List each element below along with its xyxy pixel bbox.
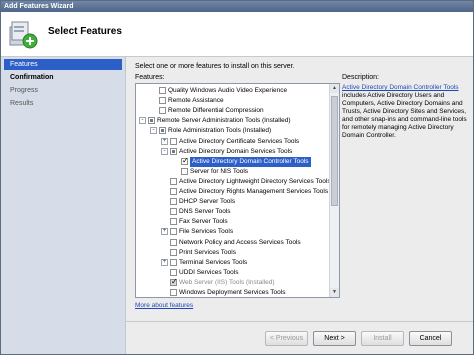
expand-icon[interactable]: + (161, 228, 168, 236)
feature-checkbox[interactable] (170, 268, 177, 276)
feature-description: Active Directory Domain Controller Tools… (342, 84, 470, 140)
feature-checkbox[interactable] (181, 156, 189, 166)
more-about-features-link[interactable]: More about features (135, 302, 193, 309)
page-title: Select Features (48, 26, 122, 37)
add-features-wizard-window: Add Features Wizard Select Features Feat… (0, 0, 474, 355)
feature-checkbox[interactable] (170, 198, 177, 206)
feature-checkbox[interactable] (148, 117, 155, 125)
expand-icon[interactable]: + (161, 137, 168, 145)
feature-label: Web Server (IIS) Tools (Installed) (179, 278, 275, 286)
feature-label: File Services Tools (179, 228, 234, 236)
feature-label: Print Services Tools (179, 248, 236, 256)
feature-tree-item[interactable]: Print Services Tools (136, 248, 329, 258)
features-add-icon (9, 21, 38, 49)
feature-label: DNS Server Tools (179, 208, 231, 216)
feature-tree-item[interactable]: Active Directory Lightweight Directory S… (136, 177, 329, 187)
feature-tree-item[interactable]: Remote Differential Compression (136, 106, 329, 116)
feature-tree-item[interactable]: Active Directory Rights Management Servi… (136, 187, 329, 197)
feature-label: Fax Server Tools (179, 218, 228, 226)
description-text: includes Active Directory Users and Comp… (342, 92, 467, 139)
feature-label: Windows Deployment Services Tools (179, 289, 286, 296)
feature-label: DHCP Server Tools (179, 198, 236, 206)
feature-checkbox[interactable] (159, 97, 166, 105)
feature-checkbox[interactable] (170, 228, 177, 236)
collapse-icon[interactable]: - (161, 147, 168, 155)
scroll-up-icon[interactable]: ▲ (330, 84, 339, 93)
feature-tree-item[interactable]: - Role Administration Tools (Installed) (136, 126, 329, 136)
features-tree[interactable]: Quality Windows Audio Video Experience Re… (135, 83, 340, 298)
feature-checkbox[interactable] (170, 137, 177, 145)
window-title: Add Features Wizard (4, 3, 74, 10)
description-label: Description: (342, 74, 379, 81)
feature-label: Active Directory Rights Management Servi… (179, 188, 329, 195)
feature-tree-item[interactable]: + Active Directory Certificate Services T… (136, 137, 329, 147)
features-label: Features: (135, 74, 165, 81)
feature-label: Remote Differential Compression (168, 107, 264, 115)
sidebar-item-results: Results (10, 100, 34, 107)
scrollbar-thumb[interactable] (331, 96, 338, 206)
sidebar-item-features[interactable]: Features (4, 59, 122, 70)
feature-label: Terminal Services Tools (179, 258, 248, 266)
wizard-steps-sidebar: Features Confirmation Progress Results (1, 57, 126, 354)
feature-checkbox[interactable] (170, 188, 177, 195)
features-tree-list: Quality Windows Audio Video Experience Re… (136, 84, 329, 297)
feature-checkbox[interactable] (170, 147, 177, 155)
feature-label: Active Directory Lightweight Directory S… (179, 177, 329, 185)
feature-label: Role Administration Tools (Installed) (168, 127, 272, 135)
feature-label: Remote Assistance (168, 97, 224, 105)
feature-checkbox[interactable] (170, 177, 177, 185)
feature-tree-item[interactable]: Network Policy and Access Services Tools (136, 238, 329, 248)
feature-label: Active Directory Domain Controller Tools (190, 156, 311, 167)
feature-checkbox[interactable] (159, 107, 166, 115)
feature-tree-item[interactable]: - Remote Server Administration Tools (Ins… (136, 116, 329, 126)
feature-tree-item[interactable]: Quality Windows Audio Video Experience (136, 86, 329, 96)
feature-checkbox[interactable] (170, 208, 177, 216)
tree-vertical-scrollbar[interactable]: ▲ ▼ (329, 84, 339, 297)
feature-tree-item[interactable]: Remote Assistance (136, 96, 329, 106)
feature-label: Server for NIS Tools (190, 167, 249, 175)
feature-checkbox[interactable] (170, 248, 177, 256)
title-bar: Add Features Wizard (1, 1, 473, 12)
feature-label: Quality Windows Audio Video Experience (168, 87, 288, 94)
previous-button[interactable]: < Previous (265, 331, 308, 346)
feature-tree-item[interactable]: Web Server (IIS) Tools (Installed) (136, 277, 329, 288)
feature-tree-item[interactable]: Fax Server Tools (136, 217, 329, 227)
feature-tree-item[interactable]: - Active Directory Domain Services Tools (136, 147, 329, 157)
feature-tree-item[interactable]: DHCP Server Tools (136, 197, 329, 207)
cancel-button[interactable]: Cancel (409, 331, 452, 346)
feature-label: Remote Server Administration Tools (Inst… (157, 117, 291, 125)
feature-checkbox[interactable] (159, 127, 166, 135)
collapse-icon[interactable]: - (139, 117, 146, 125)
feature-checkbox (170, 277, 178, 287)
feature-checkbox[interactable] (159, 87, 166, 94)
feature-tree-item[interactable]: Windows Deployment Services Tools (136, 288, 329, 297)
feature-tree-item[interactable]: DNS Server Tools (136, 207, 329, 217)
collapse-icon[interactable]: - (150, 127, 157, 135)
feature-tree-item[interactable]: UDDI Services Tools (136, 268, 329, 278)
feature-checkbox[interactable] (181, 167, 188, 175)
feature-checkbox[interactable] (170, 238, 177, 246)
next-button[interactable]: Next > (313, 331, 356, 346)
feature-checkbox[interactable] (170, 258, 177, 266)
intro-text: Select one or more features to install o… (135, 63, 295, 70)
feature-tree-item[interactable]: Server for NIS Tools (136, 167, 329, 177)
wizard-footer: < Previous Next > Install Cancel (126, 321, 473, 354)
feature-tree-item[interactable]: Active Directory Domain Controller Tools (136, 156, 329, 167)
sidebar-item-progress: Progress (10, 87, 39, 94)
feature-label: UDDI Services Tools (179, 268, 239, 276)
feature-tree-item[interactable]: + Terminal Services Tools (136, 258, 329, 268)
wizard-header: Select Features (1, 12, 473, 57)
feature-tree-item[interactable]: + File Services Tools (136, 227, 329, 237)
feature-label: Active Directory Certificate Services To… (179, 137, 300, 145)
install-button[interactable]: Install (361, 331, 404, 346)
feature-label: Active Directory Domain Services Tools (179, 147, 293, 155)
feature-checkbox[interactable] (170, 218, 177, 226)
feature-label: Network Policy and Access Services Tools (179, 238, 301, 246)
sidebar-item-confirmation[interactable]: Confirmation (4, 72, 122, 83)
main-content: Select one or more features to install o… (126, 57, 473, 321)
expand-icon[interactable]: + (161, 258, 168, 266)
scroll-down-icon[interactable]: ▼ (330, 288, 339, 297)
description-feature-link[interactable]: Active Directory Domain Controller Tools (342, 84, 459, 91)
feature-checkbox[interactable] (170, 289, 177, 296)
